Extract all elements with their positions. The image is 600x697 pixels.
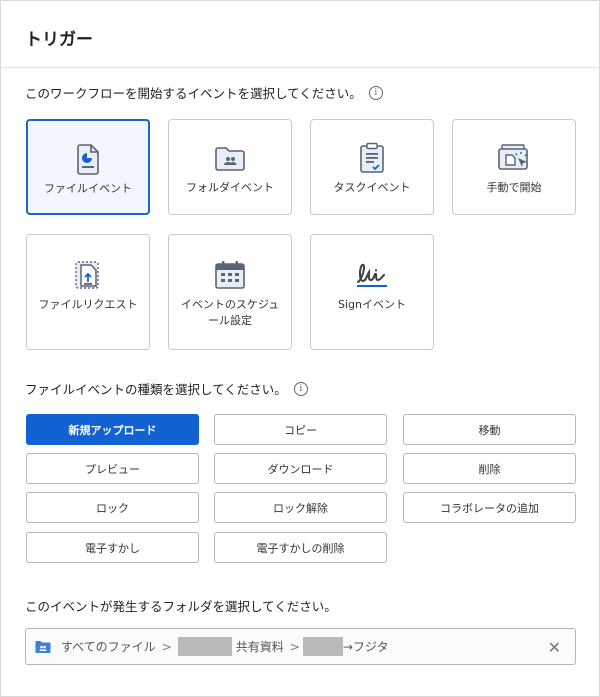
breadcrumb-root[interactable]: すべてのファイル — [61, 638, 156, 655]
card-label: タスクイベント — [333, 181, 411, 194]
event-type-move[interactable]: 移動 — [403, 414, 576, 445]
event-type-lock[interactable]: ロック — [26, 492, 199, 523]
breadcrumb-separator: > — [161, 639, 172, 654]
breadcrumb-shared[interactable]: 共有資料 — [236, 638, 284, 655]
card-label: ファイルイベント — [44, 182, 132, 195]
event-type-watermark[interactable]: 電子すかし — [26, 532, 199, 563]
info-icon[interactable]: i — [293, 381, 308, 396]
folder-path-field[interactable]: すべてのファイル > 共有資料 > →フジタ ✕ — [25, 628, 576, 665]
card-sign-event[interactable]: Signイベント — [310, 234, 434, 350]
shared-folder-icon — [35, 640, 51, 654]
task-clipboard-icon — [358, 142, 386, 174]
folder-prompt: このイベントが発生するフォルダを選択してください。 — [25, 596, 337, 615]
card-schedule-event[interactable]: イベントのスケジュール設定 — [168, 234, 292, 350]
breadcrumb-last[interactable]: →フジタ — [343, 638, 389, 655]
trigger-panel: トリガー このワークフローを開始するイベントを選択してください。 i ファイルイ… — [0, 0, 600, 697]
file-event-prompt: ファイルイベントの種類を選択してください。 i — [25, 379, 308, 398]
calendar-icon — [214, 259, 246, 291]
card-task-event[interactable]: タスクイベント — [310, 119, 434, 215]
folder-icon — [214, 142, 246, 174]
file-request-icon — [73, 259, 103, 291]
file-icon — [74, 143, 102, 175]
card-file-request[interactable]: ファイルリクエスト — [26, 234, 150, 350]
card-manual-start[interactable]: 手動で開始 — [452, 119, 576, 215]
redacted-folder-name — [302, 637, 343, 656]
card-label: Signイベント — [338, 298, 406, 311]
event-type-add-collaborator[interactable]: コラボレータの追加 — [403, 492, 576, 523]
clear-icon[interactable]: ✕ — [548, 638, 561, 657]
event-type-preview[interactable]: プレビュー — [26, 453, 199, 484]
breadcrumb-separator: > — [289, 639, 300, 654]
card-label: 手動で開始 — [486, 181, 542, 194]
card-file-event[interactable]: ファイルイベント — [26, 119, 150, 215]
card-label: イベントのスケジュール設定 — [180, 298, 280, 327]
manual-start-icon — [497, 142, 531, 174]
divider — [1, 67, 599, 68]
event-type-new-upload[interactable]: 新規アップロード — [26, 414, 199, 445]
page-title: トリガー — [25, 30, 93, 50]
event-prompt-text: このワークフローを開始するイベントを選択してください。 — [25, 86, 362, 101]
file-event-prompt-text: ファイルイベントの種類を選択してください。 — [25, 382, 287, 397]
event-type-remove-watermark[interactable]: 電子すかしの削除 — [214, 532, 387, 563]
card-folder-event[interactable]: フォルダイベント — [168, 119, 292, 215]
sign-icon — [354, 259, 390, 291]
event-prompt: このワークフローを開始するイベントを選択してください。 i — [25, 83, 383, 102]
event-type-unlock[interactable]: ロック解除 — [214, 492, 387, 523]
card-label: フォルダイベント — [186, 181, 274, 194]
event-type-copy[interactable]: コピー — [214, 414, 387, 445]
event-type-delete[interactable]: 削除 — [403, 453, 576, 484]
info-icon[interactable]: i — [368, 85, 383, 100]
redacted-folder-name — [177, 637, 232, 656]
event-type-download[interactable]: ダウンロード — [214, 453, 387, 484]
folder-prompt-text: このイベントが発生するフォルダを選択してください。 — [25, 599, 337, 614]
card-label: ファイルリクエスト — [38, 298, 138, 311]
